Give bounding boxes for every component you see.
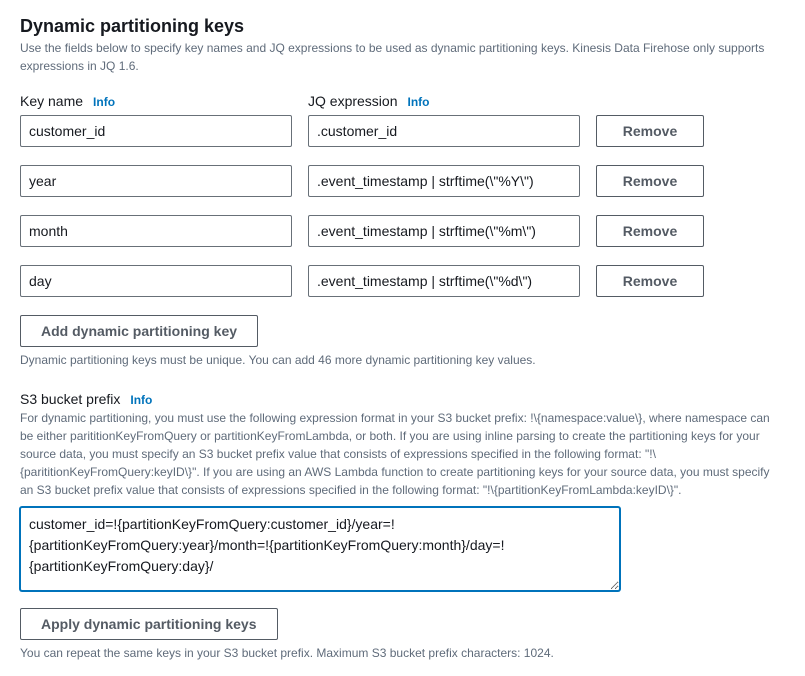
s3-prefix-input[interactable]: [20, 507, 620, 591]
key-name-input[interactable]: [20, 265, 292, 297]
key-name-label: Key name: [20, 93, 83, 109]
add-partition-key-button[interactable]: Add dynamic partitioning key: [20, 315, 258, 347]
s3-prefix-header: S3 bucket prefix Info: [20, 391, 785, 407]
section-title: Dynamic partitioning keys: [20, 16, 785, 37]
key-name-info-link[interactable]: Info: [93, 95, 115, 109]
jq-expression-input[interactable]: [308, 265, 580, 297]
section-description: Use the fields below to specify key name…: [20, 39, 785, 75]
jq-column-header: JQ expression Info: [308, 93, 580, 109]
columns-header: Key name Info JQ expression Info: [20, 93, 785, 109]
dynamic-partitioning-section: Dynamic partitioning keys Use the fields…: [20, 16, 785, 660]
remove-button[interactable]: Remove: [596, 165, 704, 197]
partition-key-row: Remove: [20, 265, 785, 297]
jq-expression-input[interactable]: [308, 215, 580, 247]
jq-expression-input[interactable]: [308, 115, 580, 147]
key-name-column-header: Key name Info: [20, 93, 292, 109]
jq-expression-input[interactable]: [308, 165, 580, 197]
partition-key-row: Remove: [20, 165, 785, 197]
jq-label: JQ expression: [308, 93, 397, 109]
partition-key-row: Remove: [20, 215, 785, 247]
s3-prefix-description: For dynamic partitioning, you must use t…: [20, 409, 785, 499]
partition-key-row: Remove: [20, 115, 785, 147]
apply-partition-keys-button[interactable]: Apply dynamic partitioning keys: [20, 608, 278, 640]
s3-prefix-info-link[interactable]: Info: [130, 393, 152, 407]
remove-button[interactable]: Remove: [596, 215, 704, 247]
key-name-input[interactable]: [20, 115, 292, 147]
jq-info-link[interactable]: Info: [407, 95, 429, 109]
remove-button[interactable]: Remove: [596, 115, 704, 147]
remove-button[interactable]: Remove: [596, 265, 704, 297]
uniqueness-hint: Dynamic partitioning keys must be unique…: [20, 353, 785, 367]
repeat-hint: You can repeat the same keys in your S3 …: [20, 646, 785, 660]
key-name-input[interactable]: [20, 215, 292, 247]
s3-prefix-title: S3 bucket prefix: [20, 391, 120, 407]
key-name-input[interactable]: [20, 165, 292, 197]
